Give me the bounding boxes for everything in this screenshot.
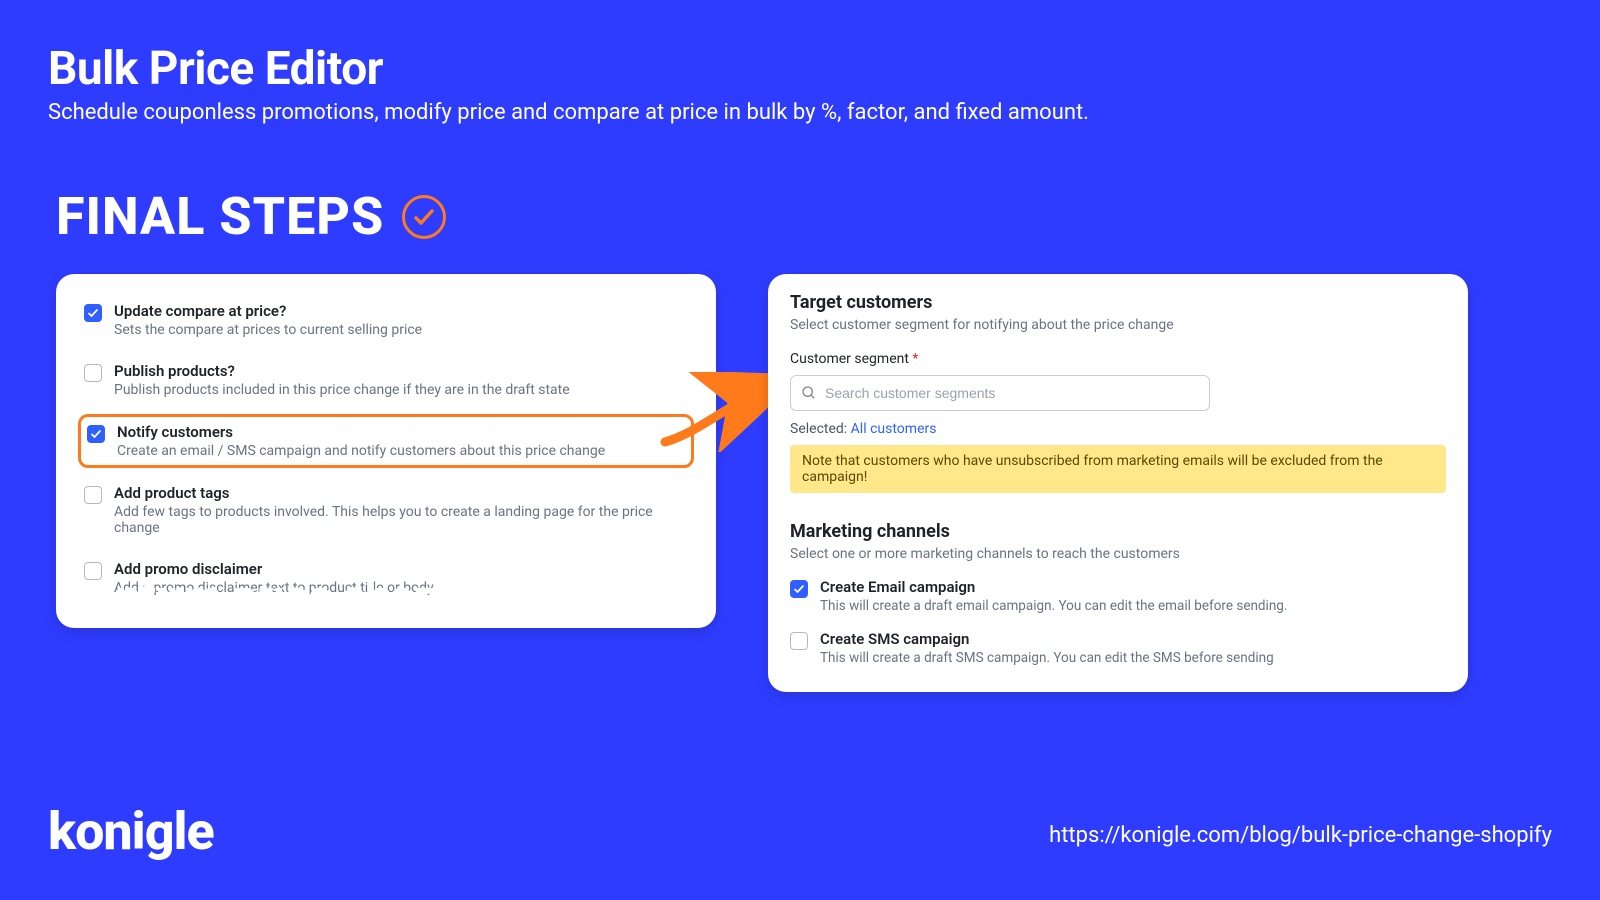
customer-segment-input[interactable] (825, 385, 1199, 401)
checkmark-circle-icon (402, 195, 446, 239)
create-email-campaign-desc: This will create a draft email campaign.… (820, 598, 1287, 614)
customer-segment-label: Customer segment * (790, 351, 1446, 367)
selected-segment-line: Selected: All customers (790, 421, 1446, 437)
option-notify-customers[interactable]: Notify customers Create an email / SMS ca… (78, 414, 694, 468)
customer-segment-search[interactable] (790, 375, 1210, 411)
channel-create-email-campaign[interactable]: Create Email campaign This will create a … (790, 578, 1446, 614)
customer-segment-label-text: Customer segment (790, 351, 909, 367)
page-title: Bulk Price Editor (48, 42, 383, 96)
update-compare-at-price-title: Update compare at price? (114, 302, 422, 320)
brand-logo: konigle (48, 801, 214, 862)
notify-customers-checkbox[interactable] (87, 425, 105, 443)
publish-products-title: Publish products? (114, 362, 570, 380)
footer-url: https://konigle.com/blog/bulk-price-chan… (1049, 823, 1552, 848)
create-sms-campaign-title: Create SMS campaign (820, 630, 1274, 648)
add-product-tags-title: Add product tags (114, 484, 688, 502)
update-compare-at-price-desc: Sets the compare at prices to current se… (114, 322, 422, 338)
create-email-campaign-checkbox[interactable] (790, 580, 808, 598)
selected-segment-link[interactable]: All customers (851, 421, 937, 437)
option-publish-products[interactable]: Publish products? Publish products includ… (78, 354, 694, 406)
unsubscribe-note: Note that customers who have unsubscribe… (790, 445, 1446, 493)
marketing-channels-subtitle: Select one or more marketing channels to… (790, 546, 1446, 562)
notify-customers-title: Notify customers (117, 423, 605, 441)
section-heading: FINAL STEPS (56, 186, 384, 247)
target-customers-title: Target customers (790, 292, 1446, 313)
confirm-heading: Confirm price change! (62, 570, 499, 622)
target-customers-subtitle: Select customer segment for notifying ab… (790, 317, 1446, 333)
target-customers-card: Target customers Select customer segment… (768, 274, 1468, 692)
notify-customers-desc: Create an email / SMS campaign and notif… (117, 443, 605, 459)
required-mark: * (912, 351, 918, 367)
marketing-channels-title: Marketing channels (790, 521, 1446, 542)
option-add-product-tags[interactable]: Add product tags Add few tags to products… (78, 476, 694, 544)
publish-products-checkbox[interactable] (84, 364, 102, 382)
update-compare-at-price-checkbox[interactable] (84, 304, 102, 322)
create-sms-campaign-checkbox[interactable] (790, 632, 808, 650)
channel-create-sms-campaign[interactable]: Create SMS campaign This will create a dr… (790, 630, 1446, 666)
add-product-tags-desc: Add few tags to products involved. This … (114, 504, 688, 536)
create-sms-campaign-desc: This will create a draft SMS campaign. Y… (820, 650, 1274, 666)
selected-label: Selected: (790, 421, 847, 437)
search-icon (801, 385, 817, 401)
section-heading-row: FINAL STEPS (56, 186, 446, 247)
create-email-campaign-title: Create Email campaign (820, 578, 1287, 596)
option-update-compare-at-price[interactable]: Update compare at price? Sets the compare… (78, 294, 694, 346)
add-product-tags-checkbox[interactable] (84, 486, 102, 504)
publish-products-desc: Publish products included in this price … (114, 382, 570, 398)
page-subtitle: Schedule couponless promotions, modify p… (48, 100, 1089, 125)
